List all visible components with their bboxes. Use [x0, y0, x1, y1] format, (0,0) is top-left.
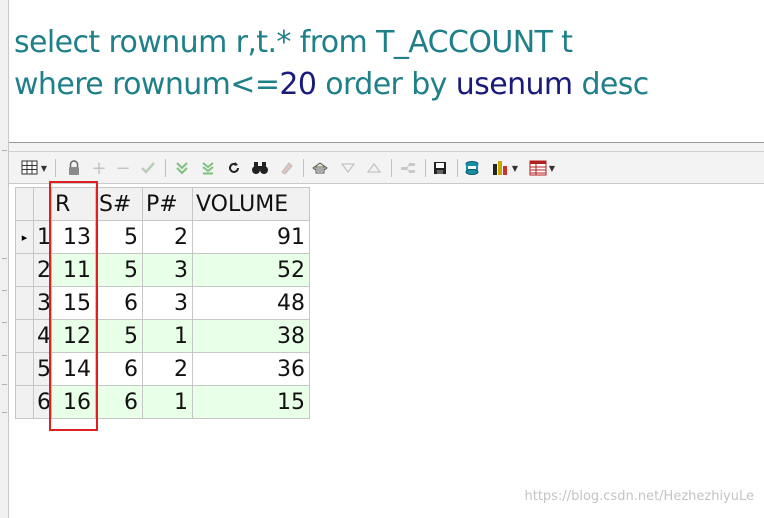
lock-icon[interactable] [63, 157, 85, 179]
cell-volume[interactable]: 15 [192, 385, 310, 419]
cell-p[interactable]: 2 [142, 220, 193, 254]
cell-r[interactable]: 12 [51, 319, 96, 353]
sql-editor[interactable]: select rownum r,t.* from T_ACCOUNT t whe… [9, 0, 764, 143]
sql-token: 20 [279, 67, 326, 102]
export-icon[interactable] [461, 157, 485, 179]
cell-r[interactable]: 14 [51, 352, 96, 386]
cell-s[interactable]: 6 [95, 385, 143, 419]
row-number[interactable]: 2 [33, 253, 52, 287]
current-row-marker[interactable]: ▸ [15, 220, 34, 254]
single-record-icon[interactable] [397, 157, 419, 179]
cell-volume[interactable]: 48 [192, 286, 310, 320]
cell-volume[interactable]: 38 [192, 319, 310, 353]
cell-s[interactable]: 5 [95, 220, 143, 254]
table-row[interactable]: 6 16 6 1 15 [15, 385, 310, 419]
grid-corner-2 [33, 187, 52, 221]
sql-token: usenum [455, 67, 582, 102]
find-icon[interactable] [249, 157, 271, 179]
delete-record-icon[interactable]: − [113, 157, 133, 179]
editor-results-splitter[interactable] [9, 143, 764, 152]
column-header-r[interactable]: R [51, 187, 96, 221]
sql-token: rownum [108, 25, 236, 60]
add-record-icon[interactable]: + [89, 157, 109, 179]
grid-corner[interactable] [15, 187, 34, 221]
cell-s[interactable]: 6 [95, 352, 143, 386]
cell-volume[interactable]: 36 [192, 352, 310, 386]
table-row[interactable]: ▸ 1 13 5 2 91 [15, 220, 310, 254]
sql-token: r,t.* [235, 25, 300, 60]
cell-r[interactable]: 15 [51, 286, 96, 320]
sql-token: t [561, 25, 573, 60]
cell-s[interactable]: 6 [95, 286, 143, 320]
column-header-p[interactable]: P# [142, 187, 193, 221]
post-changes-icon[interactable] [137, 157, 159, 179]
sql-line-2: where rownum<=20 order by usenum desc [14, 65, 649, 105]
sql-token: rownum [112, 67, 231, 102]
results-toolbar: ▼ + − ▼ ▼ [9, 152, 764, 184]
cell-r[interactable]: 11 [51, 253, 96, 287]
column-header-s[interactable]: S# [95, 187, 143, 221]
table-row[interactable]: 5 14 6 2 36 [15, 352, 310, 386]
sql-token: order by [325, 67, 456, 102]
cell-s[interactable]: 5 [95, 319, 143, 353]
cell-s[interactable]: 5 [95, 253, 143, 287]
fetch-last-icon[interactable] [197, 157, 219, 179]
row-number[interactable]: 1 [33, 220, 52, 254]
table-row[interactable]: 2 11 5 3 52 [15, 253, 310, 287]
row-pointer[interactable] [15, 352, 34, 386]
fetch-next-icon[interactable] [171, 157, 193, 179]
pl-sql-window: select rownum r,t.* from T_ACCOUNT t whe… [0, 0, 764, 518]
cell-p[interactable]: 3 [142, 253, 193, 287]
previous-icon[interactable] [337, 157, 359, 179]
chart-icon[interactable]: ▼ [489, 157, 521, 179]
sql-token: desc [581, 67, 649, 102]
cell-p[interactable]: 1 [142, 385, 193, 419]
sql-token: from [299, 25, 377, 60]
clear-icon[interactable] [275, 157, 297, 179]
table-row[interactable]: 4 12 5 1 38 [15, 319, 310, 353]
table-icon[interactable]: ▼ [525, 157, 559, 179]
row-pointer[interactable] [15, 385, 34, 419]
sql-token: <= [230, 67, 280, 102]
query-by-example-icon[interactable] [309, 157, 331, 179]
cell-p[interactable]: 3 [142, 286, 193, 320]
save-icon[interactable] [429, 157, 451, 179]
cell-p[interactable]: 1 [142, 319, 193, 353]
grid-header-row: R S# P# VOLUME [15, 187, 310, 221]
watermark: https://blog.csdn.net/HezhezhiyuLe [524, 489, 754, 504]
row-pointer[interactable] [15, 253, 34, 287]
cell-volume[interactable]: 52 [192, 253, 310, 287]
sql-token: where [14, 67, 113, 102]
refresh-icon[interactable] [223, 157, 245, 179]
row-pointer[interactable] [15, 286, 34, 320]
sql-line-1: select rownum r,t.* from T_ACCOUNT t [14, 23, 573, 63]
row-number[interactable]: 3 [33, 286, 52, 320]
table-row[interactable]: 3 15 6 3 48 [15, 286, 310, 320]
row-number[interactable]: 5 [33, 352, 52, 386]
grid-view-icon[interactable]: ▼ [17, 157, 51, 179]
left-panel-edge [0, 0, 9, 518]
row-number[interactable]: 6 [33, 385, 52, 419]
sql-token: T_ACCOUNT [376, 25, 562, 60]
cell-r[interactable]: 16 [51, 385, 96, 419]
sql-token: select [14, 25, 109, 60]
cell-r[interactable]: 13 [51, 220, 96, 254]
result-grid: R S# P# VOLUME ▸ 1 13 5 2 91 2 11 5 3 52 3 15 6 3 48 4 12… [15, 187, 310, 419]
row-pointer[interactable] [15, 319, 34, 353]
row-number[interactable]: 4 [33, 319, 52, 353]
column-header-volume[interactable]: VOLUME [192, 187, 310, 221]
cell-volume[interactable]: 91 [192, 220, 310, 254]
next-icon[interactable] [363, 157, 385, 179]
cell-p[interactable]: 2 [142, 352, 193, 386]
